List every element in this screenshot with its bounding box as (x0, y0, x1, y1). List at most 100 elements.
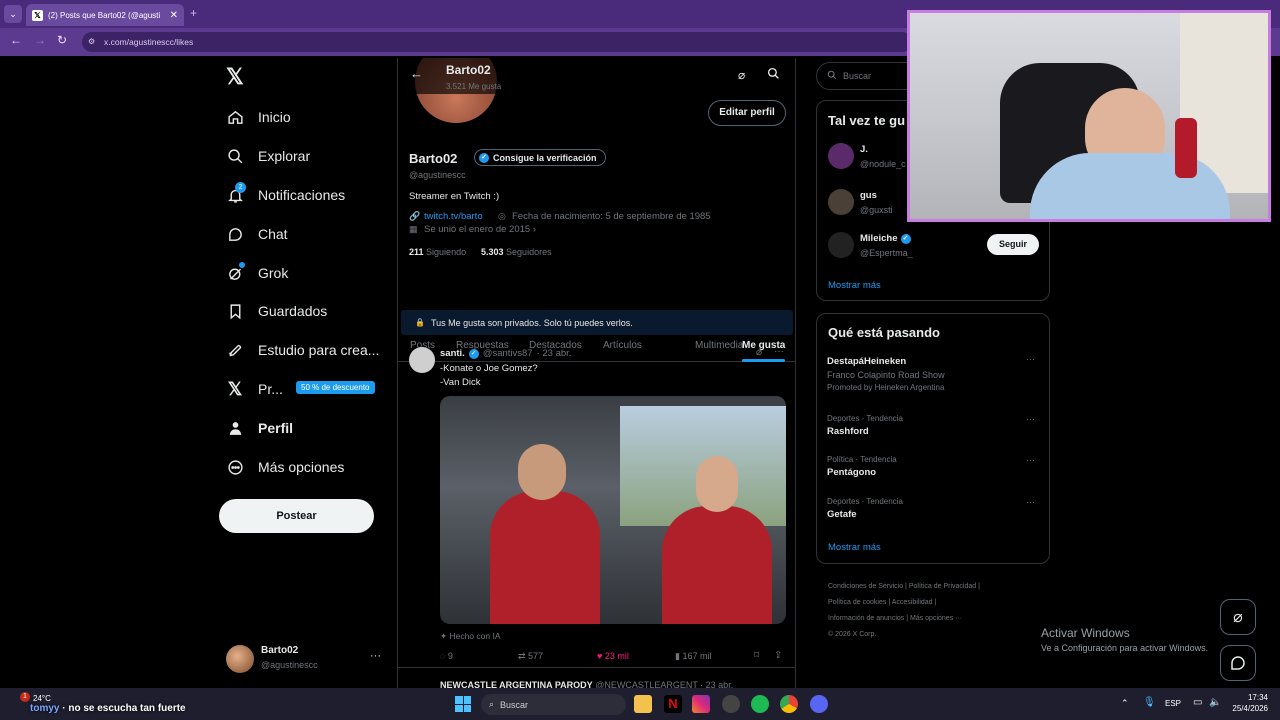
discord-icon[interactable] (810, 695, 828, 713)
tray-chevron-icon[interactable]: ⌃ (1121, 698, 1129, 709)
bookmark-icon[interactable]: ⌑ (754, 650, 759, 661)
private-likes-text: Tus Me gusta son privados. Solo tú puede… (430, 317, 633, 328)
sidebar-item-grok[interactable]: Grok (226, 262, 288, 282)
profile-link[interactable]: twitch.tv/barto (424, 211, 483, 222)
instagram-icon[interactable] (692, 695, 710, 713)
address-bar[interactable]: x.com/agustinescc/likes (82, 32, 912, 52)
app-icon[interactable] (722, 695, 740, 713)
sidebar-item-more[interactable]: Más opciones (226, 458, 344, 476)
sidebar-item-home[interactable]: Inicio (226, 108, 291, 126)
footer-link[interactable]: Política de Privacidad (909, 583, 976, 590)
edit-profile-button[interactable]: Editar perfil (708, 100, 786, 126)
following-link[interactable]: 211 Siguiendo (409, 247, 466, 257)
sidebar-item-premium[interactable]: 𝕏 Pr... 50 % de descuento (226, 378, 375, 399)
new-tab-icon[interactable]: + (190, 6, 197, 20)
followers-count: 5.303 (481, 247, 504, 257)
footer-link[interactable]: Accesibilidad (892, 599, 933, 606)
tweet-more-icon[interactable]: ··· (774, 346, 784, 357)
sidebar-item-bookmarks[interactable]: Guardados (226, 302, 327, 320)
account-switcher[interactable]: Barto02 @agustinescc ··· (226, 643, 386, 675)
webcam-overlay (907, 10, 1271, 222)
trend-more-icon[interactable]: ··· (1026, 414, 1035, 424)
profile-joined[interactable]: Se unió el enero de 2015 › (424, 224, 536, 235)
grok-header-icon[interactable]: ⌀ (738, 68, 745, 82)
trend-more-icon[interactable]: ··· (1026, 497, 1035, 507)
grok-icon (226, 262, 245, 282)
sidebar-item-creator-studio[interactable]: Estudio para crea... (226, 341, 379, 359)
sidebar-item-chat[interactable]: Chat (226, 225, 288, 243)
profile-handle: @agustinescc (409, 170, 466, 180)
trends-show-more[interactable]: Mostrar más (828, 542, 881, 553)
stream-chat-message: tomyy · no se escucha tan fuerte (30, 703, 186, 714)
language-indicator[interactable]: ESP (1165, 699, 1181, 708)
trend-more-icon[interactable]: ··· (1026, 354, 1035, 364)
start-button[interactable] (455, 696, 471, 712)
sidebar-item-profile[interactable]: Perfil (226, 419, 293, 437)
chat-floating-button[interactable] (1220, 645, 1256, 681)
promo-badge: 50 % de descuento (296, 381, 375, 394)
footer-link[interactable]: Información de anuncios (828, 615, 904, 622)
trend-item[interactable]: Deportes · Tendencia Rashford ··· (827, 414, 1041, 437)
tweet-author[interactable]: santi. (440, 348, 465, 359)
grok-tweet-icon[interactable]: ⌀ (756, 347, 762, 358)
browser-tab[interactable]: 𝕏 (2) Posts que Barto02 (@agusti ✕ (26, 4, 184, 26)
microphone-icon[interactable]: 🎙 (1143, 697, 1156, 708)
trends-card: Qué está pasando DestapáHeineken Franco … (816, 313, 1050, 564)
views-button[interactable]: ▮ 167 mil (675, 651, 711, 662)
share-icon[interactable]: ⇪ (774, 650, 782, 661)
reply-button[interactable]: ◌ 9 (440, 651, 453, 661)
following-count: 211 (409, 247, 424, 257)
trend-item[interactable]: DestapáHeineken Franco Colapinto Road Sh… (827, 354, 1041, 392)
followers-link[interactable]: 5.303 Seguidores (481, 247, 552, 257)
trend-title: Pentágono (827, 467, 877, 478)
netflix-icon[interactable]: N (664, 695, 682, 713)
trend-item[interactable]: Política · Tendencia Pentágono ··· (827, 455, 1041, 478)
footer-link[interactable]: Política de cookies (828, 599, 886, 606)
chat-user: tomyy (30, 703, 60, 714)
back-arrow-icon[interactable]: ← (410, 66, 423, 81)
who-show-more[interactable]: Mostrar más (828, 280, 881, 291)
sidebar-item-notifications[interactable]: 2 Notificaciones (226, 182, 345, 204)
trend-sub: Franco Colapinto Road Show (827, 370, 945, 380)
trend-more-icon[interactable]: ··· (1026, 455, 1035, 465)
trend-item[interactable]: Deportes · Tendencia Getafe ··· (827, 497, 1041, 520)
chrome-icon[interactable] (780, 695, 798, 713)
tab-list-button[interactable]: ⌄ (4, 5, 22, 23)
verify-button[interactable]: ✓ Consigue la verificación (474, 149, 606, 166)
spotify-icon[interactable] (751, 695, 769, 713)
profile-name: Barto02 (409, 151, 458, 166)
site-info-icon[interactable]: ⚙ (88, 37, 95, 46)
footer-link[interactable]: Condiciones de Servicio (828, 583, 903, 590)
follow-button[interactable]: Seguir (987, 234, 1039, 255)
like-button[interactable]: ♥ 23 mil (597, 651, 629, 661)
x-premium-icon: 𝕏 (227, 378, 243, 399)
avatar (828, 189, 854, 215)
who-item[interactable]: Mileiche ✓ @Espertma_ Seguir (828, 232, 1042, 262)
x-logo-icon[interactable]: 𝕏 (226, 64, 244, 90)
trend-promo: Promoted by Heineken Argentina (827, 383, 945, 392)
retweet-button[interactable]: ⇄ 577 (518, 651, 543, 662)
footer-link[interactable]: Más opciones ··· (910, 615, 962, 622)
joined-text: Se unió el enero de 2015 (424, 224, 531, 235)
search-header-icon[interactable] (767, 67, 780, 85)
back-icon[interactable]: ← (10, 33, 22, 47)
trend-meta: Deportes · Tendencia (827, 497, 903, 506)
taskbar-search[interactable]: ⌕ Buscar (481, 694, 626, 715)
account-more-icon[interactable]: ··· (370, 650, 381, 662)
grok-floating-button[interactable]: ⌀ (1220, 599, 1256, 635)
post-button[interactable]: Postear (219, 499, 374, 533)
sidebar-item-label: Perfil (258, 420, 294, 436)
network-icon[interactable]: ▭ (1193, 697, 1202, 708)
close-tab-icon[interactable]: ✕ (170, 10, 178, 21)
tweet-media-video[interactable] (440, 396, 786, 624)
tweet[interactable]: santi. ✓ @santivs87 · 23 abr. ⌀ ··· -Kon… (398, 338, 795, 668)
reload-icon[interactable]: ↻ (57, 33, 67, 47)
forward-icon[interactable]: → (34, 33, 46, 47)
clock[interactable]: 17:34 25/4/2026 (1230, 692, 1268, 714)
file-explorer-icon[interactable] (634, 695, 652, 713)
tweet-handle: @santivs87 (482, 348, 533, 359)
activate-windows-title: Activar Windows (1041, 626, 1130, 640)
volume-icon[interactable]: 🔈 (1209, 697, 1221, 708)
next-tweet-header[interactable]: NEWCASTLE ARGENTINA PARODY @NEWCASTLEARG… (440, 680, 733, 688)
sidebar-item-explore[interactable]: Explorar (226, 147, 310, 165)
